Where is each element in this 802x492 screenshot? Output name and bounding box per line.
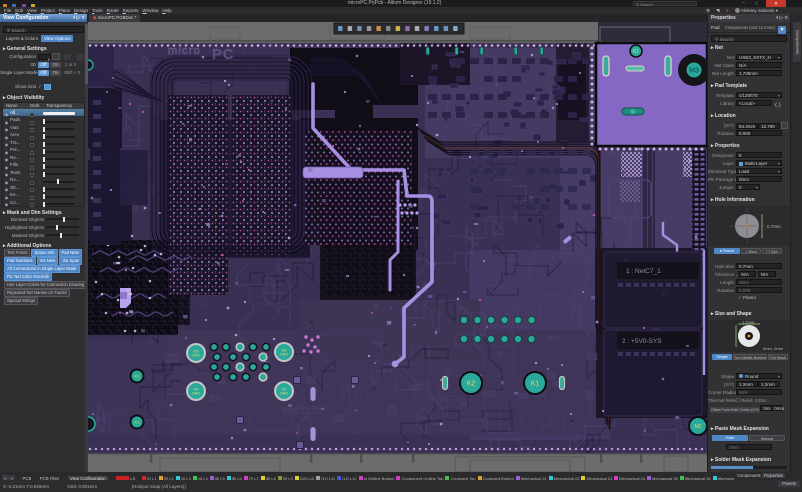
svg-text:K2: K2 <box>135 373 141 378</box>
svg-text:0.7mm: 0.7mm <box>767 224 781 229</box>
svg-text:2 : +5V0-SYS: 2 : +5V0-SYS <box>622 338 662 345</box>
svg-text:M3: M3 <box>689 68 699 75</box>
svg-text:GND: GND <box>192 392 200 396</box>
svg-text:K1: K1 <box>633 49 639 55</box>
svg-text:K1: K1 <box>135 419 141 424</box>
svg-text:GND: GND <box>192 354 200 358</box>
svg-text:1.2mm: 1.2mm <box>742 320 755 325</box>
svg-text:micro: micro <box>168 45 201 57</box>
svg-text:0mm, 0mm: 0mm, 0mm <box>763 346 784 351</box>
svg-text:M2: M2 <box>695 424 702 430</box>
svg-text:PC: PC <box>212 46 234 63</box>
svg-text:1 : NetC7_1: 1 : NetC7_1 <box>626 268 661 275</box>
svg-text:GND: GND <box>280 353 288 357</box>
svg-text:K1: K1 <box>531 381 540 388</box>
svg-text:K2: K2 <box>467 381 476 388</box>
svg-text:GND: GND <box>280 392 288 396</box>
